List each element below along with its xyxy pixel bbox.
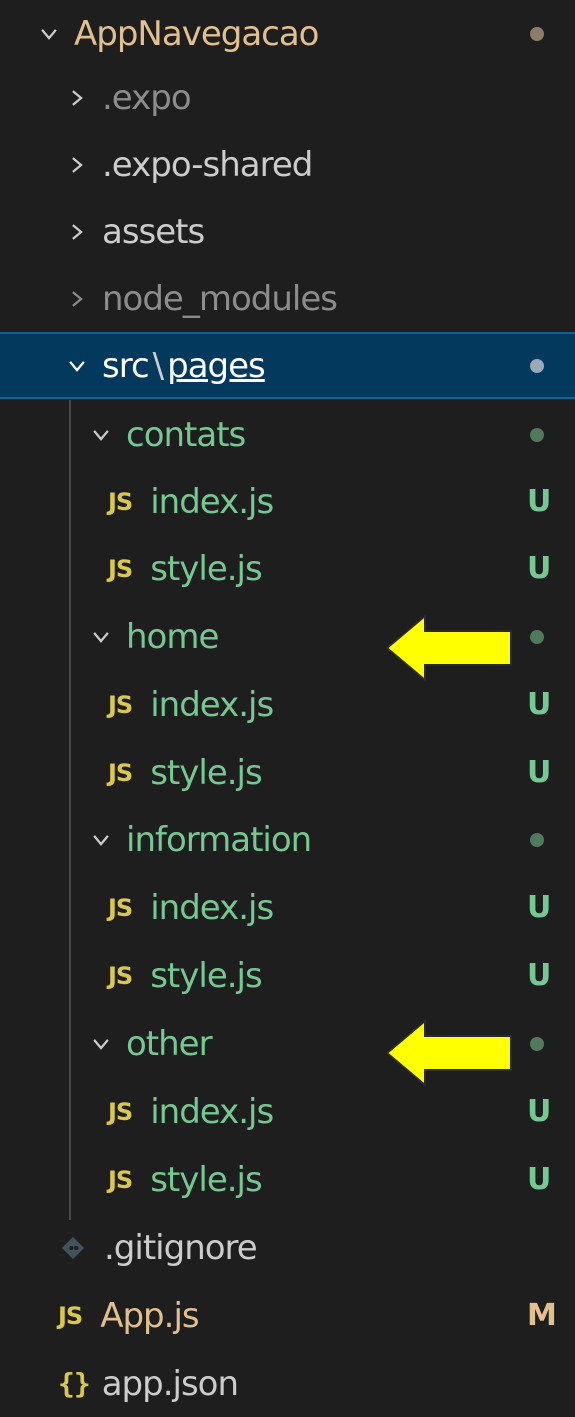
git-icon [61,1236,85,1259]
javascript-file-icon: JS [108,893,133,922]
chevron-down-icon [86,622,116,652]
git-status-badge: U [527,755,552,790]
folder-row-node-modules[interactable]: node_modules [0,265,575,332]
file-row-gitignore[interactable]: .gitignore [0,1214,575,1281]
untracked-dot-icon [530,832,544,847]
file-label: index.js [150,481,274,522]
git-status-badge: U [527,551,552,586]
file-label: style.js [150,548,262,589]
untracked-dot-icon [530,629,544,644]
untracked-dot-icon [530,1036,544,1051]
path-segment-src[interactable]: src [102,346,150,386]
file-label: .gitignore [104,1227,258,1268]
file-label: style.js [150,955,262,996]
file-row-app-json[interactable]: {} app.json [0,1350,575,1417]
git-status-badge: U [527,958,552,993]
path-segment-pages[interactable]: pages [167,346,266,386]
folder-label: .expo [102,77,192,118]
folder-row-src-pages[interactable]: src \ pages [0,332,575,399]
folder-label: assets [102,211,205,252]
chevron-right-icon [62,217,92,247]
chevron-down-icon [86,1029,116,1059]
file-row-information-style[interactable]: JS style.js U [0,942,575,1009]
json-file-icon: {} [58,1367,91,1400]
folder-row-expo[interactable]: .expo [0,64,575,131]
untracked-dot-icon [530,427,544,442]
chevron-down-icon [62,351,92,381]
javascript-file-icon: JS [108,1165,133,1194]
folder-row-expo-shared[interactable]: .expo-shared [0,131,575,198]
chevron-right-icon [62,150,92,180]
file-row-home-style[interactable]: JS style.js U [0,739,575,806]
left-arrow-annotation [385,614,512,682]
file-label: index.js [150,684,274,725]
root-folder-row[interactable]: AppNavegacao [0,0,575,67]
folder-label: contats [126,414,246,455]
javascript-file-icon: JS [58,1301,83,1330]
folder-row-assets[interactable]: assets [0,198,575,265]
modified-dot-icon [530,358,544,373]
modified-dot-icon [530,26,544,41]
file-label: index.js [150,1091,274,1132]
javascript-file-icon: JS [108,961,133,990]
file-label: style.js [150,752,262,793]
folder-label: home [126,616,219,657]
folder-label: other [126,1023,213,1064]
chevron-down-icon [86,825,116,855]
chevron-right-icon [62,284,92,314]
git-status-badge: U [527,687,552,722]
folder-label: information [126,819,312,860]
git-status-badge: U [527,1162,552,1197]
file-row-other-index[interactable]: JS index.js U [0,1078,575,1145]
chevron-down-icon [86,420,116,450]
folder-label: .expo-shared [102,144,313,185]
path-separator: \ [152,345,165,386]
root-folder-label: AppNavegacao [74,13,319,54]
folder-row-information[interactable]: information [0,806,575,873]
javascript-file-icon: JS [108,487,133,516]
file-label: style.js [150,1159,262,1200]
file-label: App.js [100,1295,199,1336]
javascript-file-icon: JS [108,554,133,583]
git-status-badge: M [527,1298,557,1333]
file-row-contats-index[interactable]: JS index.js U [0,468,575,535]
chevron-down-icon [34,19,64,49]
git-status-badge: U [527,484,552,519]
javascript-file-icon: JS [108,690,133,719]
file-row-other-style[interactable]: JS style.js U [0,1146,575,1213]
file-row-contats-style[interactable]: JS style.js U [0,535,575,602]
folder-label: node_modules [102,278,338,319]
javascript-file-icon: JS [108,1097,133,1126]
file-label: app.json [101,1363,239,1404]
chevron-right-icon [62,83,92,113]
file-label: index.js [150,887,274,928]
file-row-information-index[interactable]: JS index.js U [0,874,575,941]
file-row-app-js[interactable]: JS App.js M [0,1282,575,1349]
javascript-file-icon: JS [108,758,133,787]
folder-row-contats[interactable]: contats [0,401,575,468]
left-arrow-annotation [385,1019,512,1087]
git-status-badge: U [527,1094,552,1129]
git-status-badge: U [527,890,552,925]
file-explorer-tree: AppNavegacao .expo .expo-shared assets n… [0,0,575,1412]
